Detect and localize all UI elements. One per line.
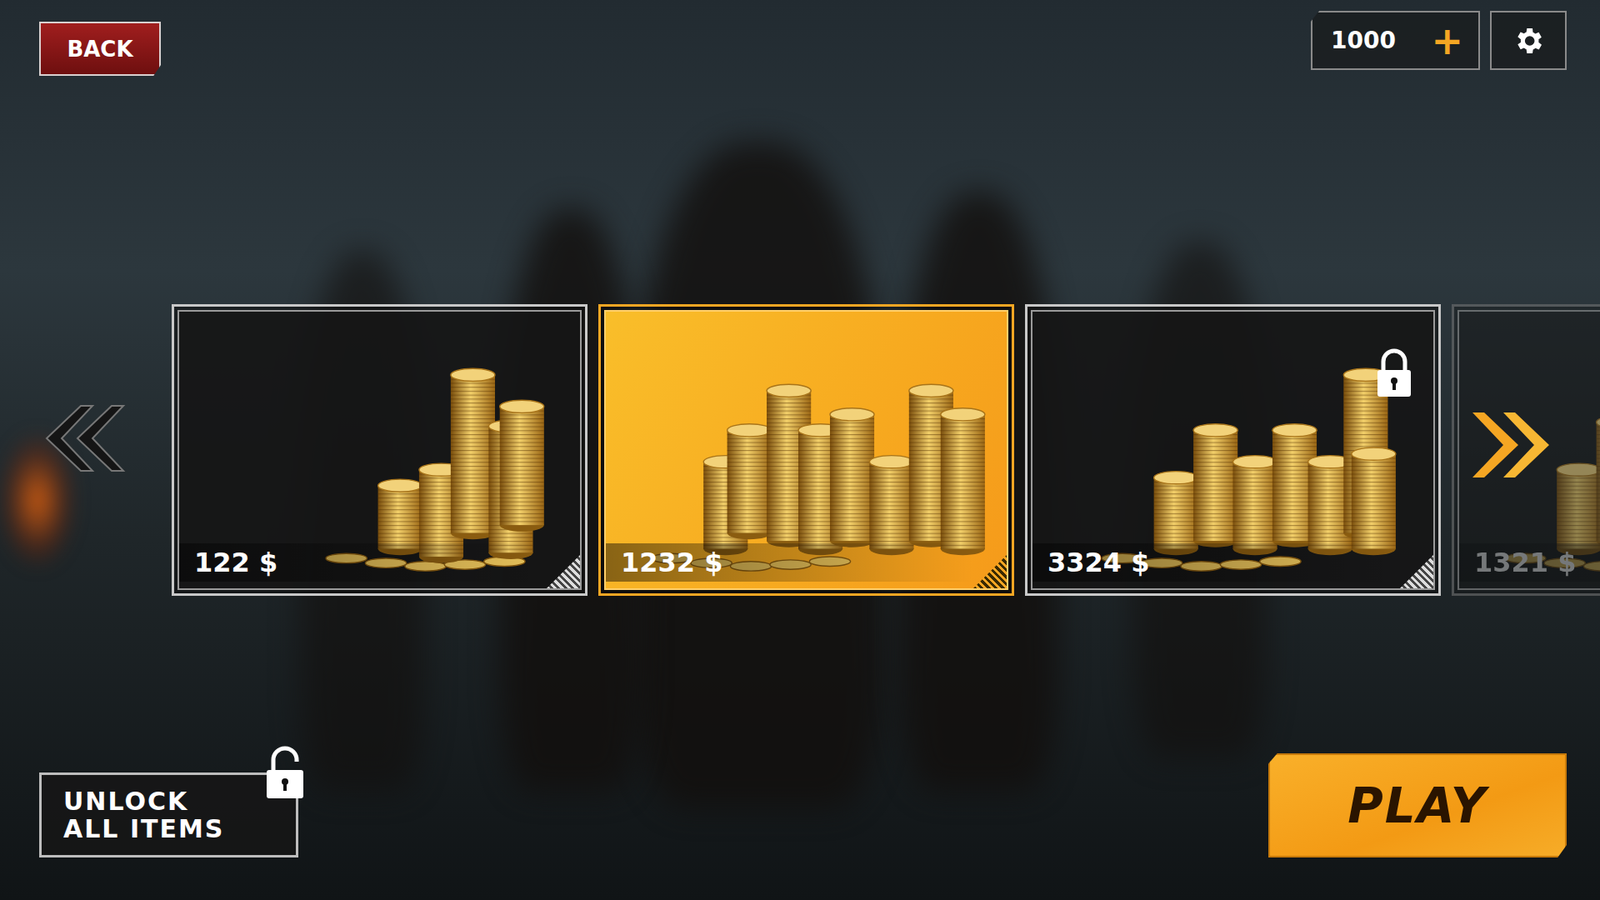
unlock-label: ALL ITEMS [63,815,225,843]
price-strip: 1321 $ [1459,543,1600,582]
settings-button[interactable] [1490,10,1567,70]
item-card[interactable]: 3324 $ [1025,304,1441,596]
coin-value: 1000 [1330,26,1396,55]
item-price: 1232 $ [620,546,723,579]
coin-counter: 1000 + [1310,10,1480,70]
price-strip: 1232 $ [605,543,974,582]
double-chevron-left-icon [43,402,127,475]
corner-decoration [546,555,580,589]
add-coins-button[interactable]: + [1427,21,1467,60]
double-chevron-right-icon [1469,409,1553,481]
item-carousel: 122 $ 1232 $ 3324 $ 1321 $ [39,304,1600,601]
item-price: 122 $ [194,546,278,579]
top-right-controls: 1000 + [1310,10,1567,70]
corner-decoration [973,555,1007,589]
shop-screen: BACK 1000 +122 $ 1232 $ 3324 $ 1321 $ UNLOCKAL… [0,0,1600,900]
play-button[interactable]: PLAY [1268,753,1567,858]
price-strip: 122 $ [179,543,547,582]
item-card[interactable]: 1232 $ [598,304,1015,596]
item-price: 1321 $ [1474,546,1576,579]
item-track: 122 $ 1232 $ 3324 $ 1321 $ [39,304,1600,601]
unlocked-padlock-icon [264,745,306,802]
item-price: 3324 $ [1047,546,1150,579]
bottom-bar: UNLOCKALL ITEMS PLAY [39,753,1567,858]
next-button[interactable] [1469,409,1553,484]
unlock-all-button[interactable]: UNLOCKALL ITEMS [39,772,299,858]
gear-icon [1511,24,1545,58]
corner-decoration [1400,555,1434,589]
item-card[interactable]: 122 $ [171,304,588,596]
padlock-icon [1375,348,1414,400]
price-strip: 3324 $ [1032,543,1400,582]
unlock-label: UNLOCK [63,787,189,815]
top-bar: BACK 1000 + [39,10,1567,76]
back-button[interactable]: BACK [39,21,161,76]
previous-button[interactable] [43,402,127,477]
